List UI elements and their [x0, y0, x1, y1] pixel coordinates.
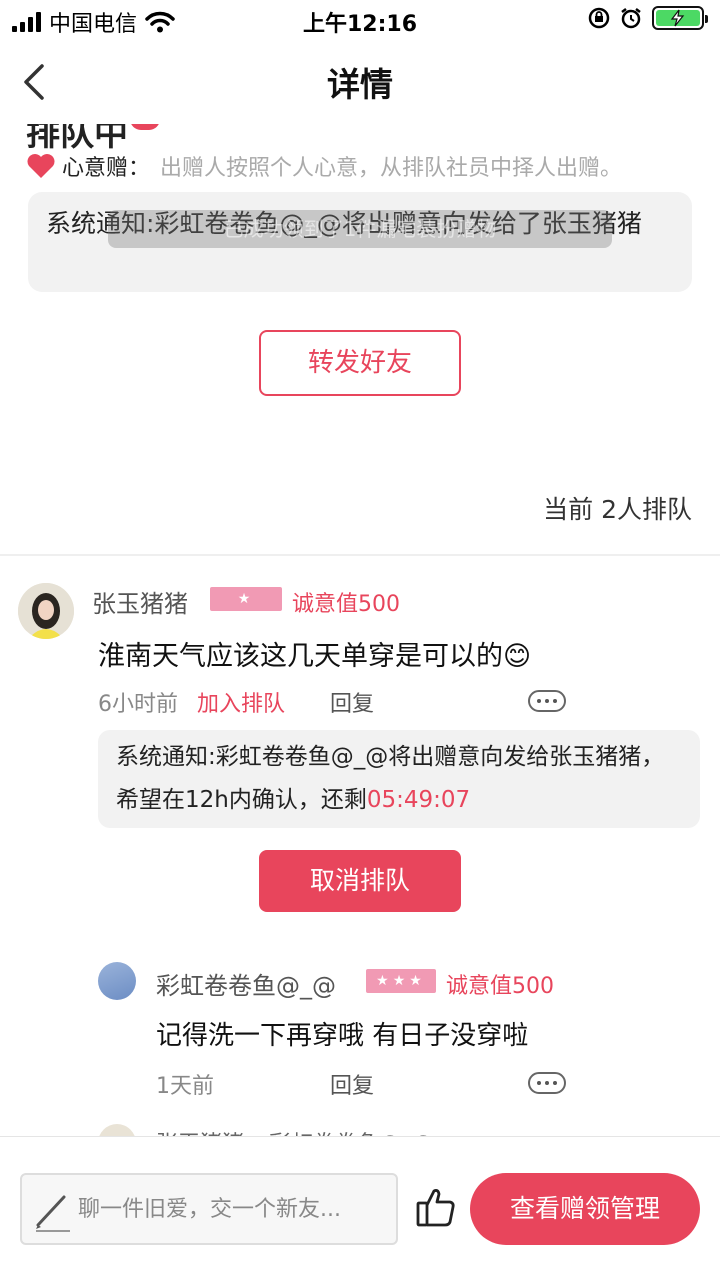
join-queue-link[interactable]: 加入排队: [197, 686, 285, 718]
queue-count: 当前 2人排队: [543, 495, 692, 524]
level-badge: ★: [210, 587, 282, 611]
bottom-bar: 查看赠领管理: [0, 1136, 720, 1280]
heart-icon: [27, 154, 55, 178]
cancel-queue-button[interactable]: 取消排队: [259, 850, 461, 912]
status-right: [588, 6, 708, 30]
comment-username[interactable]: 张玉猪猪: [92, 584, 188, 619]
comment-time: 6小时前: [98, 692, 178, 717]
sincerity-value: 诚意值500: [292, 592, 400, 617]
battery-icon: [652, 6, 708, 30]
status-bar: 中国电信 上午12:16: [0, 0, 720, 40]
reply-link[interactable]: 回复: [330, 1068, 374, 1100]
pen-icon: [36, 1195, 70, 1232]
gift-type-desc: 出赠人按照个人心意，从排队社员中择人出赠。: [160, 156, 623, 181]
avatar[interactable]: [18, 583, 74, 639]
comment-input-box[interactable]: [20, 1173, 398, 1245]
reply-link[interactable]: 回复: [330, 686, 374, 718]
level-badge: ★★★: [366, 969, 436, 993]
comment-input[interactable]: [78, 1175, 388, 1243]
more-icon[interactable]: [528, 1072, 566, 1094]
countdown-timer: 05:49:07: [366, 787, 471, 813]
thumbs-up-icon[interactable]: [414, 1185, 458, 1229]
page-title: 详情: [327, 65, 393, 104]
gift-management-button[interactable]: 查看赠领管理: [470, 1173, 700, 1245]
forward-friends-button[interactable]: 转发好友: [259, 330, 461, 396]
section-divider: [0, 554, 720, 556]
comment-username[interactable]: 彩虹卷卷鱼@_@: [156, 966, 336, 1001]
lock-rotation-icon: [588, 7, 610, 29]
comment-text: 记得洗一下再穿哦 有日子没穿啦: [156, 1021, 529, 1051]
more-icon[interactable]: [528, 690, 566, 712]
sincerity-value: 诚意值500: [446, 974, 554, 999]
comment-time: 1天前: [156, 1074, 214, 1099]
avatar[interactable]: [98, 962, 136, 1000]
alarm-icon: [621, 8, 641, 29]
comment-text: 淮南天气应该这几天单穿是可以的😊: [98, 641, 532, 672]
toast-message: 已成功领到了1件漏宅装扮赠物: [108, 210, 612, 248]
confirm-notice: 系统通知:彩虹卷卷鱼@_@将出赠意向发给张玉猪猪，希望在12h内确认，还剩05:…: [98, 730, 700, 828]
nav-bar: 详情: [0, 40, 720, 124]
